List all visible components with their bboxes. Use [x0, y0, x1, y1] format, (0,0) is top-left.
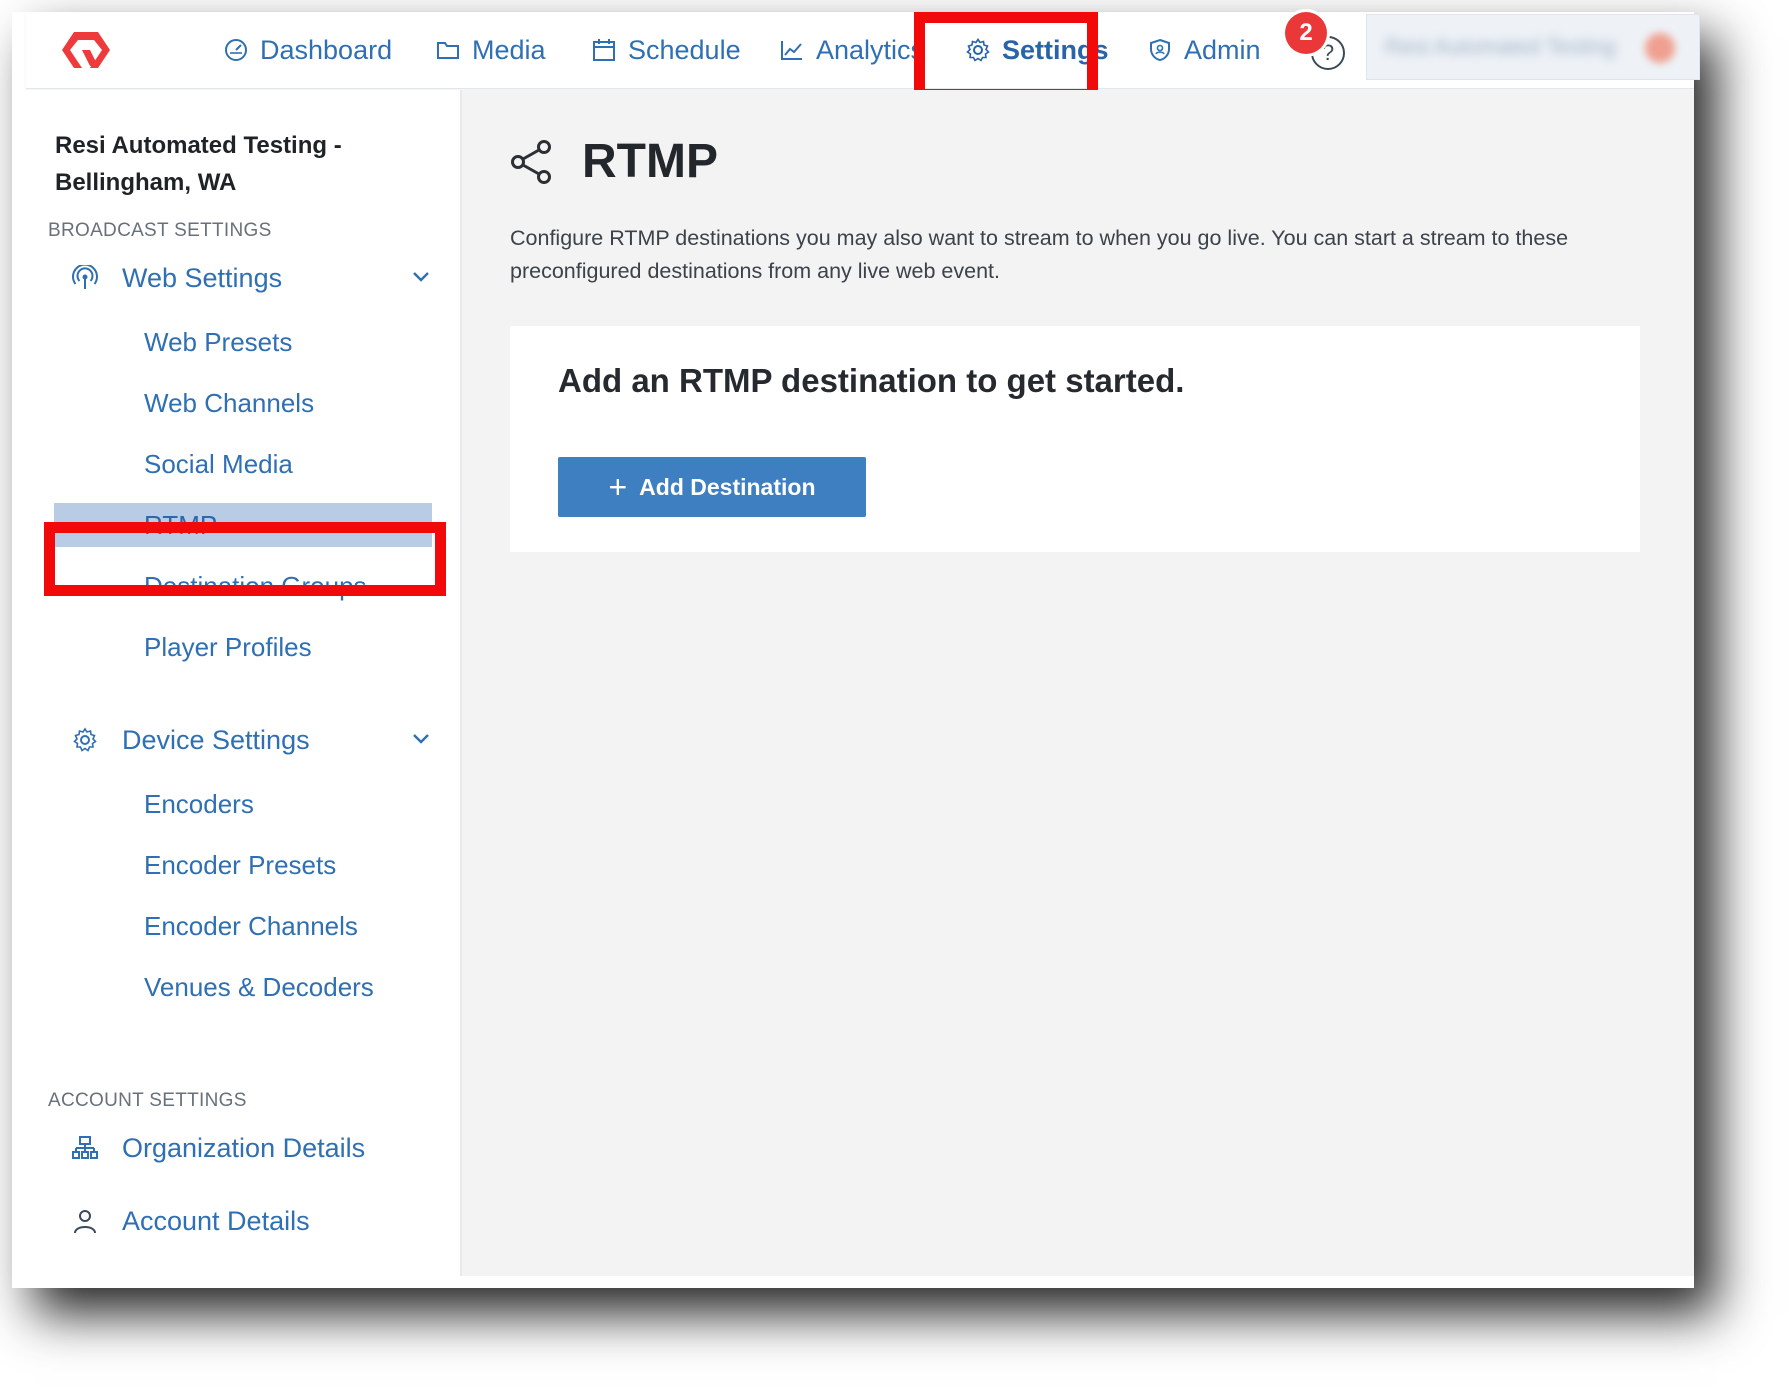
- plus-icon: +: [608, 469, 628, 505]
- add-destination-button[interactable]: + Add Destination: [558, 457, 866, 517]
- settings-sidebar: Resi Automated Testing - Bellingham, WA …: [12, 90, 462, 1276]
- avatar: [1645, 33, 1675, 63]
- web-settings-toggle[interactable]: Web Settings: [72, 256, 432, 300]
- nav-media-label: Media: [472, 34, 546, 65]
- sidebar-item-social-media[interactable]: Social Media: [54, 442, 432, 486]
- broadcast-antenna-icon: [72, 265, 98, 289]
- nav-schedule[interactable]: Schedule: [592, 12, 741, 88]
- user-icon: [74, 1210, 96, 1234]
- nav-dashboard-label: Dashboard: [260, 34, 393, 65]
- page-header: RTMP: [510, 134, 718, 189]
- sidebar-item-label: Player Profiles: [144, 631, 312, 662]
- sidebar-item-label: Web Channels: [144, 387, 315, 418]
- sidebar-item-encoder-channels[interactable]: Encoder Channels: [54, 904, 432, 948]
- organization-name: Resi Automated Testing - Bellingham, WA: [55, 127, 395, 201]
- shield-icon: [1150, 38, 1170, 62]
- empty-state-heading: Add an RTMP destination to get started.: [558, 362, 1185, 399]
- organization-details-label: Organization Details: [122, 1132, 366, 1163]
- org-name-line1: Resi Automated Testing -: [55, 132, 342, 159]
- nav-analytics[interactable]: Analytics: [780, 12, 924, 88]
- nav-dashboard[interactable]: Dashboard: [224, 12, 392, 88]
- page-description: Configure RTMP destinations you may also…: [510, 226, 1569, 283]
- rtmp-highlight-annotation: [44, 522, 446, 596]
- top-nav-bar: Dashboard Media Schedule Analytics Setti…: [26, 12, 1700, 89]
- empty-state-card: Add an RTMP destination to get started. …: [510, 326, 1640, 552]
- account-settings-label: ACCOUNT SETTINGS: [48, 1090, 247, 1111]
- sidebar-item-encoder-presets[interactable]: Encoder Presets: [54, 843, 432, 887]
- web-settings-label: Web Settings: [122, 262, 283, 293]
- chevron-down-icon: [413, 272, 429, 282]
- org-chart-icon: [72, 1136, 98, 1159]
- settings-highlight-annotation: [914, 12, 1098, 100]
- nav-admin[interactable]: Admin: [1148, 12, 1261, 88]
- sidebar-item-venues-decoders[interactable]: Venues & Decoders: [54, 965, 432, 1009]
- line-chart-icon: [781, 41, 802, 60]
- app-window: Dashboard Media Schedule Analytics Setti…: [12, 12, 1700, 1288]
- sidebar-item-web-presets[interactable]: Web Presets: [54, 320, 432, 364]
- sidebar-item-label: Venues & Decoders: [144, 971, 374, 1002]
- sidebar-item-player-profiles[interactable]: Player Profiles: [54, 625, 432, 669]
- dashboard-gauge-icon: [225, 39, 247, 61]
- add-destination-label: Add Destination: [639, 473, 816, 500]
- resi-logo-icon[interactable]: [60, 26, 120, 74]
- nav-schedule-label: Schedule: [628, 34, 741, 65]
- folder-icon: [437, 42, 459, 59]
- sidebar-item-organization-details[interactable]: Organization Details: [72, 1126, 432, 1170]
- nav-media[interactable]: Media: [436, 12, 546, 88]
- account-details-label: Account Details: [122, 1205, 310, 1236]
- broadcast-settings-label: BROADCAST SETTINGS: [48, 220, 272, 241]
- account-name: Resi Automated Testing: [1385, 34, 1616, 59]
- sidebar-item-label: Encoder Presets: [144, 849, 337, 880]
- nav-analytics-label: Analytics: [816, 34, 925, 65]
- sidebar-item-label: Social Media: [144, 448, 293, 479]
- gear-icon: [73, 727, 97, 752]
- account-menu[interactable]: Resi Automated Testing: [1366, 14, 1700, 80]
- sidebar-item-label: Encoder Channels: [144, 910, 358, 941]
- chevron-down-icon: [413, 734, 429, 744]
- device-settings-label: Device Settings: [122, 724, 310, 755]
- main-content: RTMP Configure RTMP destinations you may…: [462, 90, 1694, 1276]
- sidebar-item-encoders[interactable]: Encoders: [54, 782, 432, 826]
- sidebar-item-web-channels[interactable]: Web Channels: [54, 381, 432, 425]
- calendar-icon: [593, 39, 615, 61]
- sidebar-item-label: Web Presets: [144, 326, 293, 357]
- nav-admin-label: Admin: [1184, 34, 1261, 65]
- device-settings-toggle[interactable]: Device Settings: [72, 718, 432, 762]
- page-title: RTMP: [582, 135, 718, 188]
- notification-count: 2: [1299, 19, 1313, 46]
- notification-badge[interactable]: 2: [1285, 12, 1327, 54]
- sidebar-item-label: Encoders: [144, 788, 254, 819]
- share-icon: [511, 139, 551, 184]
- sidebar-item-account-details[interactable]: Account Details: [72, 1199, 432, 1243]
- org-name-line2: Bellingham, WA: [55, 169, 237, 196]
